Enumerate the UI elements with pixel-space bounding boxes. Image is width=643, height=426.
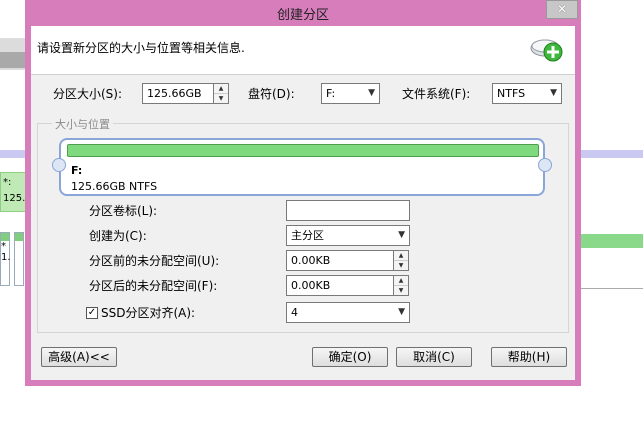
close-button[interactable]: ✕ bbox=[546, 0, 578, 19]
file-system-label: 文件系统(F): bbox=[402, 87, 471, 101]
spin-up-icon[interactable]: ▲ bbox=[394, 251, 408, 261]
partition-bar[interactable] bbox=[67, 144, 539, 157]
background-toolbar bbox=[0, 52, 26, 68]
ssd-align-label: SSD分区对齐(A): bbox=[101, 306, 196, 320]
space-after-label: 分区后的未分配空间(F): bbox=[89, 279, 218, 293]
add-disk-icon bbox=[530, 39, 563, 62]
title-bar[interactable]: 创建分区 ✕ bbox=[25, 0, 581, 26]
space-before-spinner[interactable]: ▲ ▼ bbox=[394, 250, 409, 271]
size-label: 分区大小(S): bbox=[53, 87, 123, 101]
background-small-tile-text2: 1. bbox=[1, 252, 11, 263]
ssd-align-row: ✓ SSD分区对齐(A): 4 ▼ bbox=[31, 302, 575, 324]
space-after-input[interactable]: 0.00KB bbox=[286, 275, 394, 296]
left-resize-handle[interactable] bbox=[52, 158, 66, 172]
chevron-down-icon: ▼ bbox=[398, 230, 405, 240]
volume-label-row: 分区卷标(L): bbox=[31, 200, 575, 222]
ok-button[interactable]: 确定(O) bbox=[312, 347, 388, 367]
ssd-align-checkbox[interactable]: ✓ bbox=[86, 307, 98, 319]
file-system-select[interactable]: NTFS ▼ bbox=[492, 83, 562, 104]
right-resize-handle[interactable] bbox=[538, 158, 552, 172]
info-text: 请设置新分区的大小与位置等相关信息. bbox=[37, 41, 245, 55]
create-partition-dialog: 创建分区 ✕ 请设置新分区的大小与位置等相关信息. 分区大小(S): 125.6… bbox=[25, 0, 581, 386]
header-band: 请设置新分区的大小与位置等相关信息. bbox=[31, 26, 575, 75]
chevron-down-icon: ▼ bbox=[398, 307, 405, 317]
help-button[interactable]: 帮助(H) bbox=[491, 347, 567, 367]
dialog-title: 创建分区 bbox=[276, 8, 329, 23]
space-before-row: 分区前的未分配空间(U): 0.00KB ▲ ▼ bbox=[31, 250, 575, 272]
background-disk-strip-right bbox=[581, 150, 643, 158]
background-small-tile: * 1. bbox=[0, 232, 11, 286]
space-before-input[interactable]: 0.00KB bbox=[286, 250, 394, 271]
size-input[interactable]: 125.66GB bbox=[142, 83, 214, 104]
create-as-value: 主分区 bbox=[291, 229, 324, 242]
close-icon: ✕ bbox=[556, 2, 568, 16]
top-fields-row: 分区大小(S): 125.66GB ▲ ▼ 盘符(D): F: ▼ 文件系统(F… bbox=[31, 83, 575, 105]
spin-down-icon[interactable]: ▼ bbox=[214, 94, 228, 103]
size-spinner[interactable]: ▲ ▼ bbox=[214, 83, 229, 104]
ssd-align-value: 4 bbox=[291, 306, 298, 319]
space-before-label: 分区前的未分配空间(U): bbox=[89, 254, 220, 268]
partition-letter: F: bbox=[71, 164, 83, 177]
volume-label-label: 分区卷标(L): bbox=[89, 204, 158, 218]
create-as-select[interactable]: 主分区 ▼ bbox=[286, 225, 410, 246]
drive-letter-label: 盘符(D): bbox=[248, 87, 295, 101]
partition-info: 125.66GB NTFS bbox=[71, 180, 158, 193]
drive-letter-select[interactable]: F: ▼ bbox=[321, 83, 380, 104]
group-title: 大小与位置 bbox=[52, 116, 113, 132]
partition-map[interactable]: F: 125.66GB NTFS bbox=[59, 138, 545, 196]
volume-label-input[interactable] bbox=[286, 200, 410, 221]
background-tile-letter: *: bbox=[3, 177, 12, 188]
cancel-button[interactable]: 取消(C) bbox=[396, 347, 472, 367]
background-right-bar bbox=[581, 234, 643, 248]
dialog-client: 请设置新分区的大小与位置等相关信息. 分区大小(S): 125.66GB ▲ ▼… bbox=[31, 26, 575, 380]
chevron-down-icon: ▼ bbox=[368, 88, 375, 98]
spin-down-icon[interactable]: ▼ bbox=[394, 286, 408, 295]
background-small-tile-2 bbox=[14, 232, 24, 286]
background-right-line bbox=[581, 288, 643, 289]
space-after-row: 分区后的未分配空间(F): 0.00KB ▲ ▼ bbox=[31, 275, 575, 297]
space-after-spinner[interactable]: ▲ ▼ bbox=[394, 275, 409, 296]
file-system-value: NTFS bbox=[497, 87, 526, 100]
advanced-button[interactable]: 高级(A)<< bbox=[41, 347, 117, 367]
ssd-align-select[interactable]: 4 ▼ bbox=[286, 302, 410, 323]
chevron-down-icon: ▼ bbox=[550, 88, 557, 98]
create-as-label: 创建为(C): bbox=[89, 229, 147, 243]
create-as-row: 创建为(C): 主分区 ▼ bbox=[31, 225, 575, 247]
background-small-tile-text: * bbox=[1, 241, 6, 252]
spin-up-icon[interactable]: ▲ bbox=[214, 84, 228, 94]
drive-letter-value: F: bbox=[326, 87, 336, 100]
spin-down-icon[interactable]: ▼ bbox=[394, 261, 408, 270]
spin-up-icon[interactable]: ▲ bbox=[394, 276, 408, 286]
